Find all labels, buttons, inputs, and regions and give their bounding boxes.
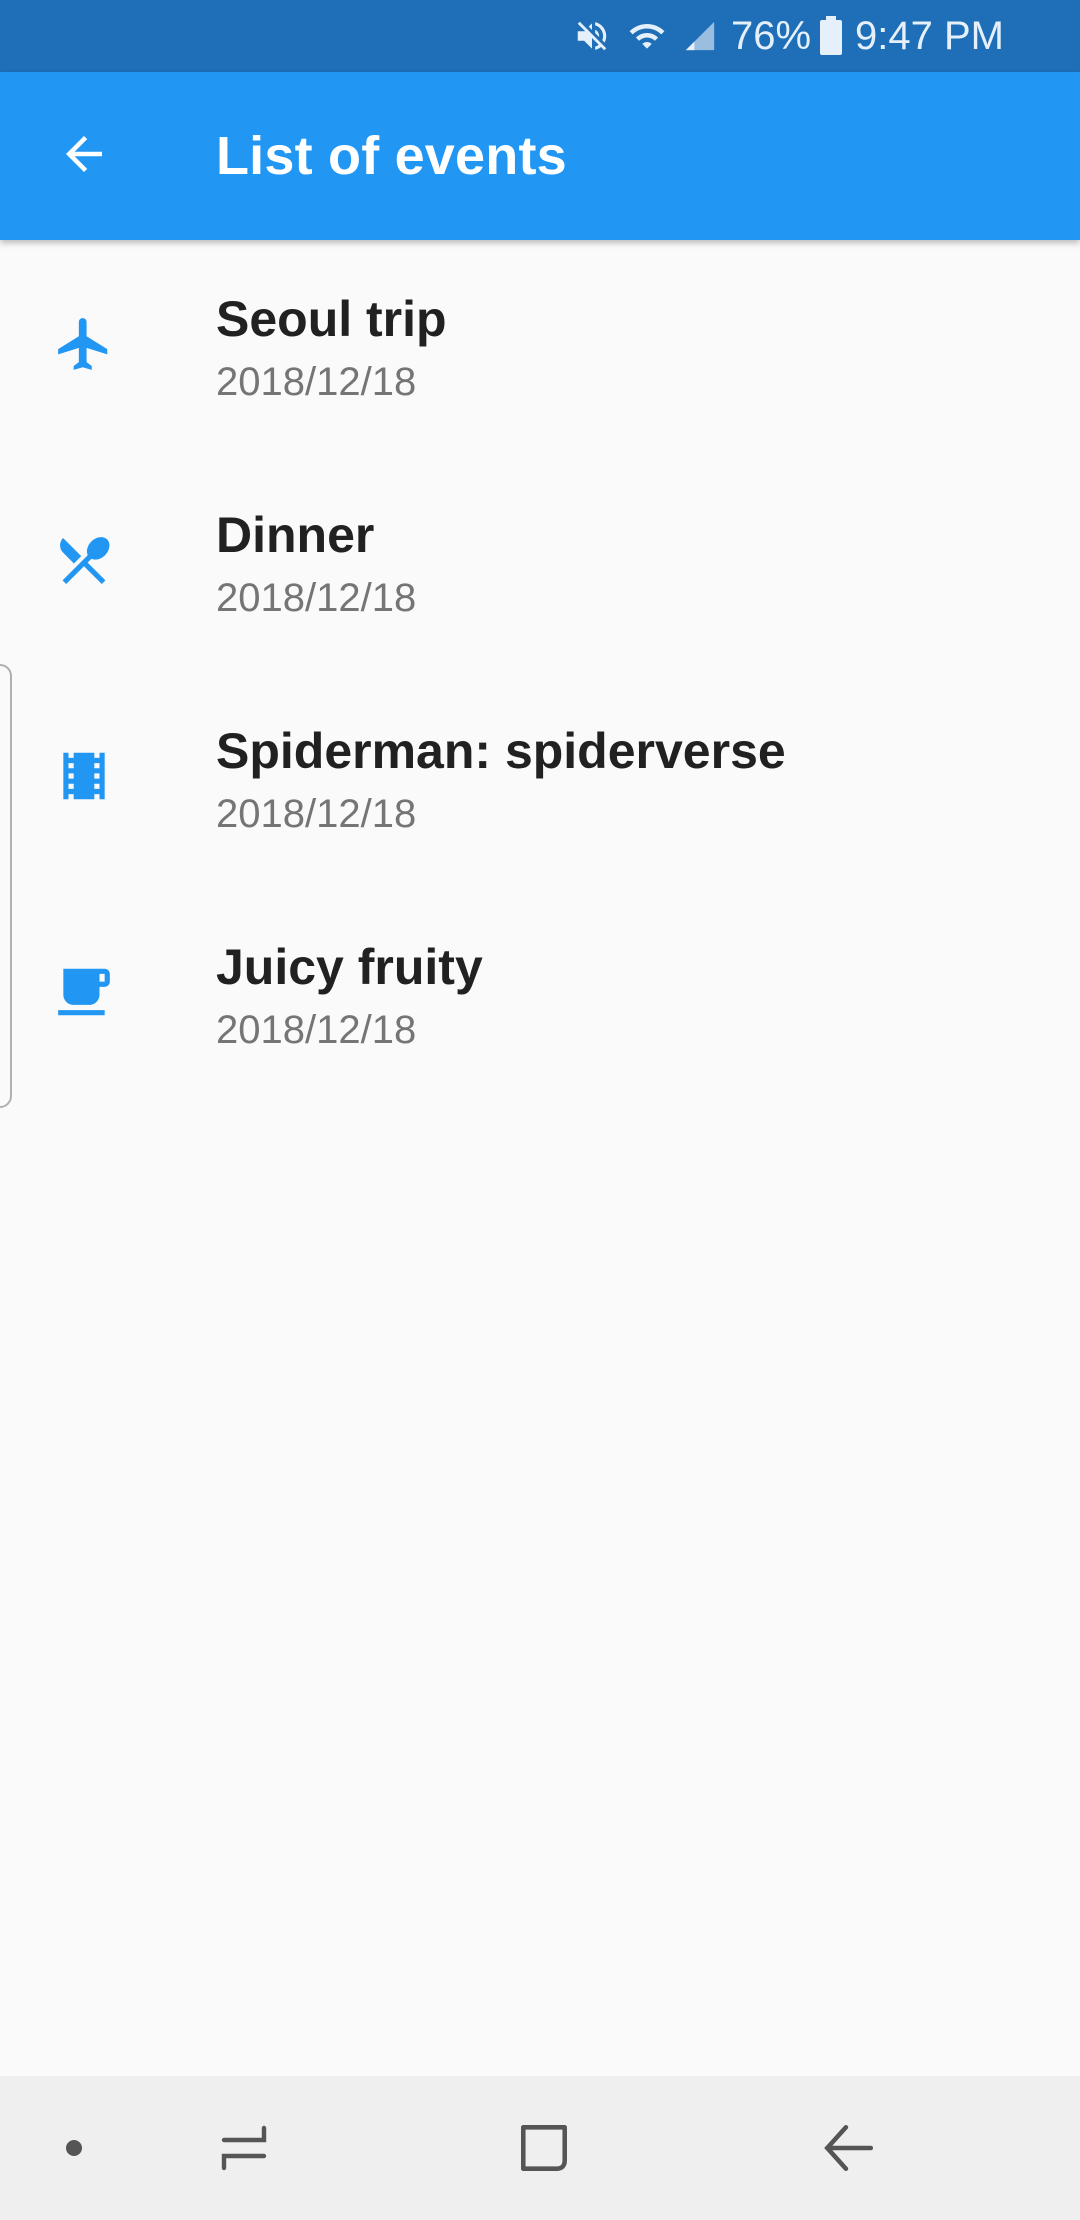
event-title: Seoul trip [216,291,447,347]
status-time: 9:47 PM [855,13,1004,58]
page-title: List of events [216,126,567,186]
back-nav-icon[interactable] [812,2112,884,2184]
event-date: 2018/12/18 [216,792,417,836]
back-button[interactable] [52,124,116,188]
app-bar: List of events [0,72,1080,240]
edge-panel-handle[interactable] [0,664,12,1108]
recents-icon[interactable] [208,2112,280,2184]
list-item[interactable]: Juicy fruity 2018/12/18 [0,888,1080,1104]
event-title: Juicy fruity [216,939,483,995]
mute-icon [573,17,611,55]
event-date: 2018/12/18 [216,576,417,620]
nav-bar [0,2076,1080,2220]
cafe-icon [52,960,116,1024]
arrow-back-icon [57,127,111,186]
event-date: 2018/12/18 [216,1008,417,1052]
airplane-icon [52,312,116,376]
movie-icon [52,744,116,808]
signal-icon [683,17,717,55]
list-item[interactable]: Seoul trip 2018/12/18 [0,240,1080,456]
restaurant-icon [52,528,116,592]
wifi-icon [625,17,669,55]
status-bar: 76% 9:47 PM [0,0,1080,72]
event-title: Spiderman: spiderverse [216,723,786,779]
list-item[interactable]: Dinner 2018/12/18 [0,456,1080,672]
list-item[interactable]: Spiderman: spiderverse 2018/12/18 [0,672,1080,888]
dot-icon[interactable] [38,2112,110,2184]
battery-percent: 76% [730,13,812,58]
event-list: Seoul trip 2018/12/18 Dinner 2018/12/18 … [0,240,1080,1104]
event-title: Dinner [216,507,375,563]
home-icon[interactable] [508,2112,580,2184]
battery-icon [819,16,843,56]
event-date: 2018/12/18 [216,360,417,404]
